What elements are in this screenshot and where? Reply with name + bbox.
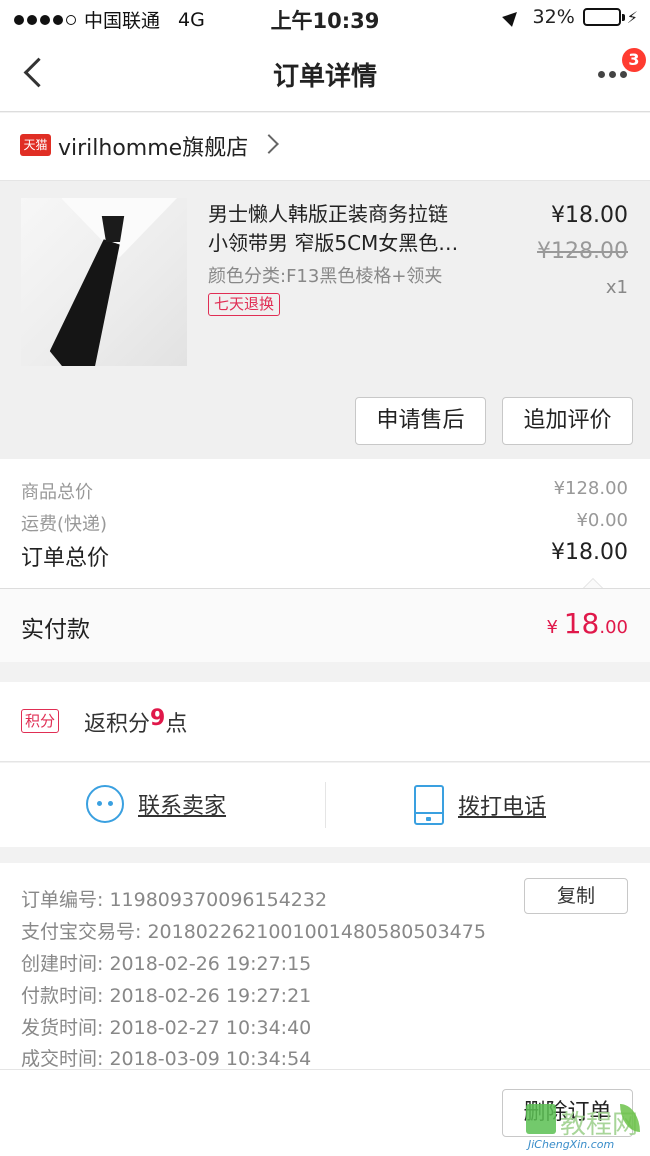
chat-face-icon (86, 785, 124, 823)
charging-bolt-icon: ⚡ (626, 7, 638, 27)
contact-seller-button[interactable]: 联系卖家 (86, 785, 226, 823)
order-number-row: 订单编号: 119809370096154232 (21, 885, 327, 912)
status-bar: 中国联通 4G 上午10:39 32% ⚡ (0, 0, 650, 36)
alipay-label: 支付宝交易号: (21, 921, 142, 943)
alipay-number-row: 支付宝交易号: 2018022621001001480580503475 (21, 917, 486, 944)
shop-header[interactable]: 天猫 virilhomme旗舰店 (0, 113, 650, 181)
shipping-row: 运费(快递) ¥0.00 (21, 510, 628, 536)
points-suffix: 点 (165, 712, 188, 737)
notification-badge: 3 (622, 48, 646, 72)
shop-name[interactable]: virilhomme旗舰店 (58, 130, 248, 162)
product-quantity: x1 (605, 277, 628, 298)
call-phone-button[interactable]: 拨打电话 (414, 785, 546, 825)
paid-time-row: 付款时间: 2018-02-26 19:27:21 (21, 981, 311, 1008)
page-title: 订单详情 (272, 62, 377, 92)
battery-icon (582, 8, 625, 26)
paid-amount-row: 实付款 ¥ 18.00 (0, 588, 650, 662)
call-phone-label[interactable]: 拨打电话 (458, 789, 546, 821)
order-total-row: 订单总价 ¥18.00 (21, 540, 628, 572)
nav-bar: 订单详情 3 (0, 36, 650, 112)
created-label: 创建时间: (21, 953, 104, 975)
order-number-label: 订单编号: (21, 889, 104, 911)
order-total-value: ¥18.00 (551, 540, 628, 565)
watermark-url: JiChengXin.com (528, 1138, 615, 1151)
shipping-value: ¥0.00 (576, 510, 628, 531)
divider (325, 782, 326, 828)
shipped-time-row: 发货时间: 2018-02-27 10:34:40 (21, 1013, 311, 1040)
product-spec: 颜色分类:F13黑色棱格+领夹 (208, 266, 443, 287)
chevron-right-icon (259, 134, 279, 154)
contact-seller-label[interactable]: 联系卖家 (138, 788, 226, 820)
paid-label: 实付款 (21, 617, 90, 643)
points-prefix: 返积分 (84, 712, 151, 737)
points-row: 积分 返积分 9 点 (0, 682, 650, 762)
contact-row: 联系卖家 拨打电话 (0, 763, 650, 847)
points-text: 返积分 9 点 (84, 706, 187, 738)
add-review-button[interactable]: 追加评价 (502, 397, 633, 445)
shipping-label: 运费(快递) (21, 514, 108, 535)
copy-button[interactable]: 复制 (524, 878, 628, 914)
alipay-value: 2018022621001001480580503475 (147, 921, 486, 943)
goods-total-label: 商品总价 (21, 482, 93, 503)
completed-label: 成交时间: (21, 1048, 104, 1070)
pointer-triangle (583, 578, 603, 588)
goods-total-row: 商品总价 ¥128.00 (21, 478, 628, 504)
completed-time-row: 成交时间: 2018-03-09 10:34:54 (21, 1044, 311, 1071)
product-title-line: 小领带男 窄版5CM女黑色… (208, 231, 459, 255)
paid-decimal: .00 (599, 617, 628, 638)
shipped-label: 发货时间: (21, 1017, 104, 1039)
order-total-label: 订单总价 (21, 546, 110, 571)
watermark-logo-icon (526, 1104, 556, 1134)
product-title-line: 男士懒人韩版正装商务拉链 (208, 202, 448, 226)
product-thumbnail[interactable] (21, 198, 187, 366)
product-price: ¥18.00 (551, 203, 628, 228)
paid-time-value: 2018-02-26 19:27:21 (109, 985, 312, 1007)
shipped-value: 2018-02-27 10:34:40 (109, 1017, 312, 1039)
status-right: 32% ⚡ (501, 6, 638, 28)
paid-currency: ¥ (546, 617, 558, 638)
phone-icon (414, 785, 444, 825)
return-policy-badge: 七天退换 (208, 293, 281, 316)
product-title[interactable]: 男士懒人韩版正装商务拉链 小领带男 窄版5CM女黑色… (208, 200, 508, 258)
paid-value: ¥ 18.00 (547, 607, 628, 640)
paid-time-label: 付款时间: (21, 985, 104, 1007)
tmall-logo-icon: 天猫 (20, 134, 51, 156)
location-arrow-icon (501, 7, 522, 27)
order-number-value: 119809370096154232 (109, 889, 328, 911)
created-time-row: 创建时间: 2018-02-26 19:27:15 (21, 949, 311, 976)
after-sale-button[interactable]: 申请售后 (355, 397, 486, 445)
points-badge: 积分 (21, 709, 60, 733)
points-number: 9 (150, 706, 166, 731)
completed-value: 2018-03-09 10:34:54 (109, 1048, 312, 1070)
paid-integer: 18 (563, 607, 600, 640)
goods-total-value: ¥128.00 (553, 478, 628, 499)
created-value: 2018-02-26 19:27:15 (109, 953, 312, 975)
site-watermark: 教程网 JiChengXin.com (526, 1102, 644, 1154)
product-original-price: ¥128.00 (537, 239, 628, 264)
battery-percent: 32% (532, 6, 575, 28)
